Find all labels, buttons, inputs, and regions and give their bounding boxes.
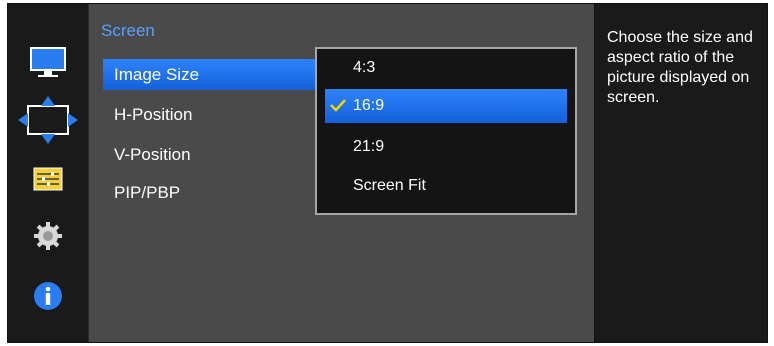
option-label: 16:9	[353, 97, 385, 114]
sidebar-item-picture[interactable]	[8, 42, 88, 82]
option-4-3[interactable]: 4:3	[325, 51, 567, 85]
description-text: Choose the size and aspect ratio of the …	[607, 29, 753, 106]
gear-icon	[34, 222, 62, 250]
menu-item-v-position[interactable]: V-Position	[103, 139, 191, 170]
option-screen-fit[interactable]: Screen Fit	[325, 169, 567, 203]
description-panel: Choose the size and aspect ratio of the …	[595, 4, 767, 342]
sidebar-item-screen[interactable]	[8, 96, 88, 144]
menu-item-image-size[interactable]: Image Size	[103, 59, 334, 90]
screen-menu-panel: Screen Image Size H-Position V-Position …	[89, 4, 594, 342]
info-icon	[34, 282, 62, 310]
sidebar-item-system[interactable]	[8, 159, 88, 199]
sidebar-item-information[interactable]	[8, 276, 88, 316]
sidebar-item-settings[interactable]	[8, 216, 88, 256]
checkmark-icon	[330, 99, 346, 112]
menu-item-h-position[interactable]: H-Position	[103, 99, 192, 130]
option-label: Screen Fit	[353, 177, 426, 194]
image-size-arrows-icon	[18, 96, 78, 144]
image-size-dropdown: 4:3 16:9 21:9 Screen Fit	[315, 47, 577, 215]
option-21-9[interactable]: 21:9	[325, 130, 567, 164]
menu-item-pip-pbp[interactable]: PIP/PBP	[103, 177, 180, 208]
option-16-9[interactable]: 16:9	[325, 89, 567, 123]
sidebar	[8, 4, 89, 342]
monitor-icon	[30, 47, 66, 77]
sliders-icon	[33, 167, 63, 191]
option-label: 21:9	[353, 138, 385, 155]
menu-title: Screen	[101, 21, 155, 40]
option-label: 4:3	[353, 59, 376, 76]
